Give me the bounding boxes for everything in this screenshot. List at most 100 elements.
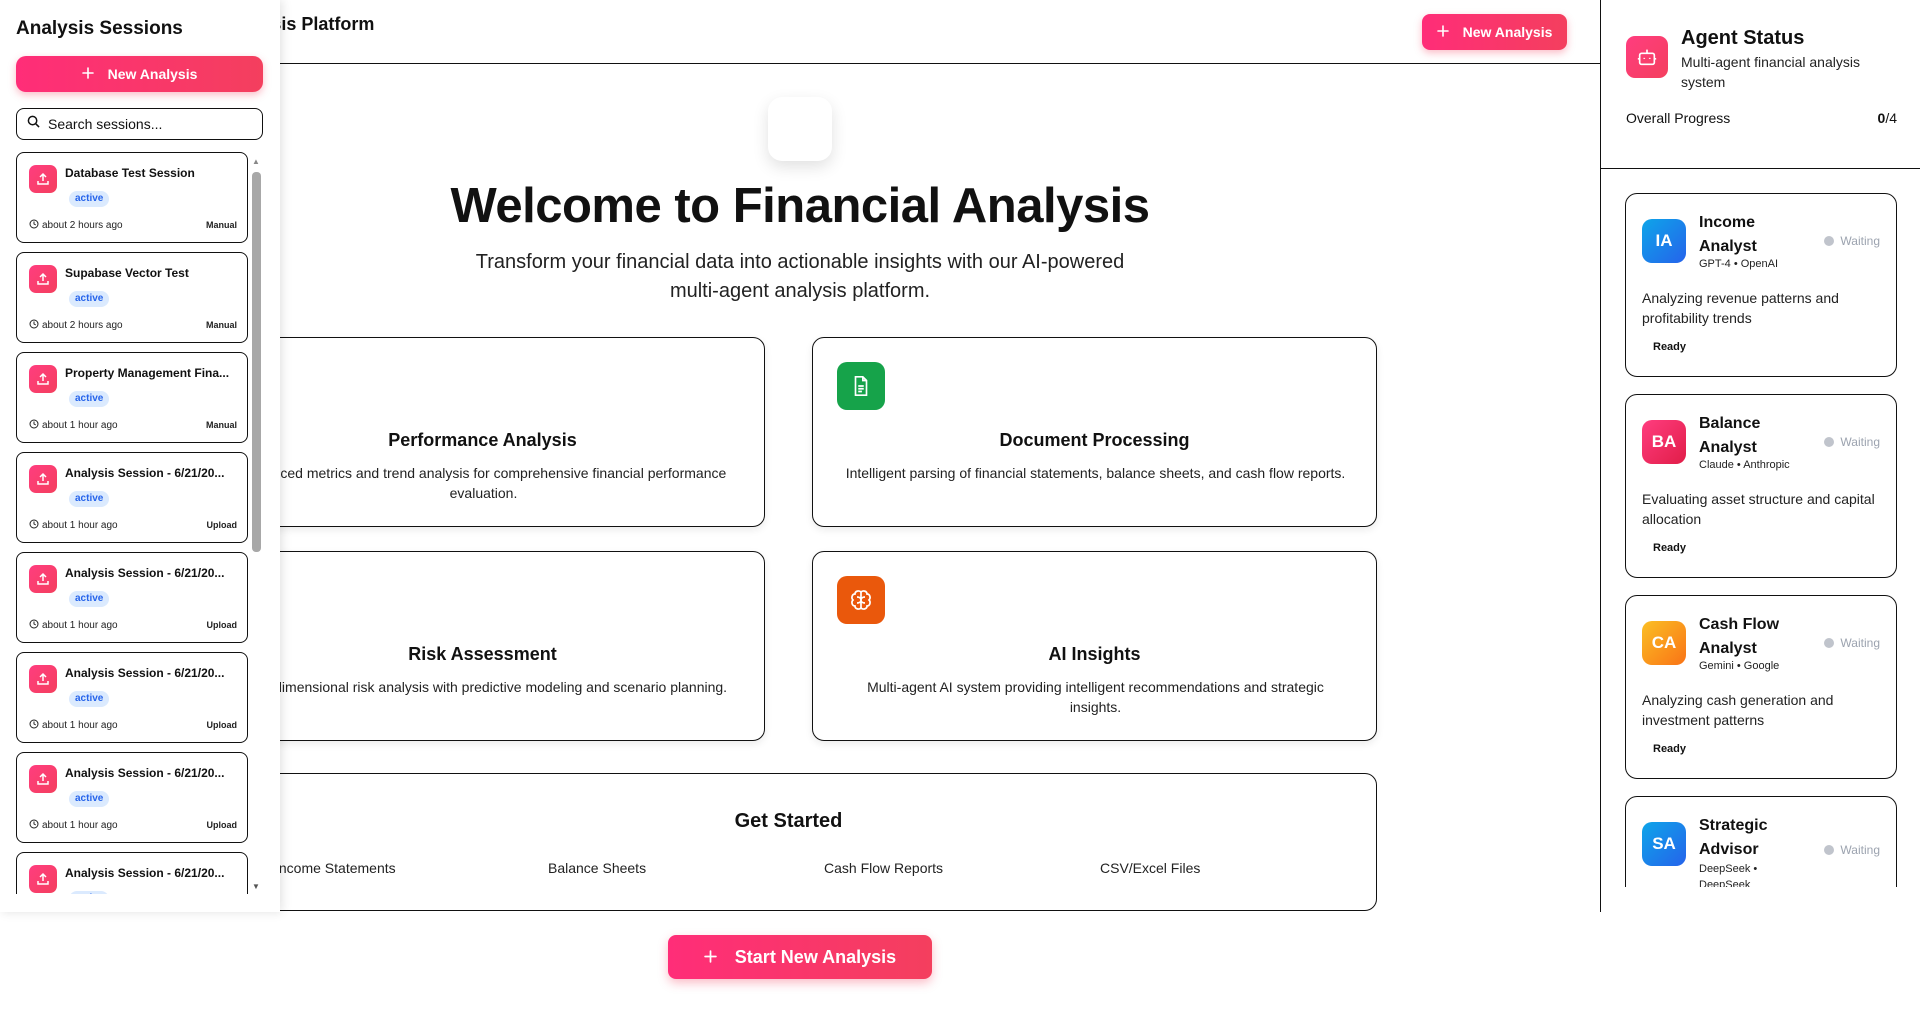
status-badge: active — [69, 391, 110, 407]
agent-avatar: IA — [1642, 219, 1686, 263]
upload-icon — [29, 265, 57, 293]
session-item[interactable]: Property Management Fina... active about… — [16, 352, 248, 443]
session-name: Property Management Fina... — [65, 366, 230, 380]
agent-card-balance: BA Balance Analyst Claude • Anthropic Wa… — [1625, 394, 1897, 578]
session-item[interactable]: Analysis Session - 6/21/20... active — [16, 852, 248, 894]
session-name: Analysis Session - 6/21/20... — [65, 466, 225, 480]
page-title: Welcome to Financial Analysis — [450, 179, 1150, 233]
status-badge: active — [69, 891, 110, 894]
agent-model: Gemini • Google — [1699, 660, 1780, 672]
upload-icon — [29, 865, 57, 893]
session-name: Analysis Session - 6/21/20... — [65, 666, 225, 680]
sidebar-new-analysis-label: New Analysis — [107, 66, 198, 82]
status-badge: active — [69, 691, 110, 707]
session-time-text: about 1 hour ago — [42, 620, 118, 631]
feature-desc: Multi-dimensional risk analysis with pre… — [239, 679, 728, 695]
session-name: Analysis Session - 6/21/20... — [65, 566, 225, 580]
clock-icon — [29, 519, 39, 532]
session-time: about 1 hour ago — [29, 719, 118, 732]
header-new-analysis-label: New Analysis — [1462, 24, 1553, 40]
file-type-balance: Balance Sheets — [548, 860, 647, 876]
scroll-up-icon[interactable]: ▲ — [252, 157, 260, 166]
clock-icon — [29, 819, 39, 832]
upload-icon — [29, 465, 57, 493]
agent-avatar: BA — [1642, 420, 1686, 464]
session-time: about 1 hour ago — [29, 619, 118, 632]
upload-icon — [29, 765, 57, 793]
agent-panel-subtitle: Multi-agent financial analysis system — [1681, 54, 1860, 90]
clock-icon — [29, 619, 39, 632]
agent-panel-title: Agent Status — [1681, 27, 1805, 49]
agent-model: DeepSeek • DeepSeek — [1699, 863, 1758, 887]
sessions-sidebar: Analysis Sessions New Analysis Database … — [0, 0, 280, 912]
session-time-text: about 1 hour ago — [42, 720, 118, 731]
upload-icon — [29, 365, 57, 393]
status-badge: active — [69, 591, 110, 607]
session-time: about 2 hours ago — [29, 219, 123, 232]
session-time-text: about 1 hour ago — [42, 820, 118, 831]
feature-title: Performance Analysis — [388, 430, 577, 450]
session-type: Manual — [205, 320, 237, 330]
agent-desc: Analyzing cash generation and investment… — [1642, 692, 1834, 728]
file-type-income: Income Statements — [275, 860, 396, 876]
agent-status-text: Waiting — [1840, 843, 1880, 857]
feature-title: Risk Assessment — [408, 644, 557, 664]
agent-card-income: IA Income Analyst GPT-4 • OpenAI Waiting… — [1625, 193, 1897, 377]
upload-icon — [29, 165, 57, 193]
plus-icon — [1436, 24, 1449, 40]
status-badge: active — [69, 491, 110, 507]
progress-label: Overall Progress — [1626, 110, 1731, 126]
search-icon — [27, 115, 40, 133]
session-type: Manual — [205, 420, 237, 430]
start-new-analysis-button[interactable]: Start New Analysis — [668, 935, 932, 979]
session-type: Upload — [206, 520, 238, 530]
agent-state: Ready — [1653, 341, 1687, 353]
session-name: Analysis Session - 6/21/20... — [65, 866, 225, 880]
scroll-down-icon[interactable]: ▼ — [252, 882, 260, 891]
feature-title: AI Insights — [1048, 644, 1141, 664]
session-type: Upload — [206, 720, 238, 730]
agent-avatar: CA — [1642, 621, 1686, 665]
session-item[interactable]: Database Test Session active about 2 hou… — [16, 152, 248, 243]
session-time-text: about 2 hours ago — [42, 320, 123, 331]
session-time: about 1 hour ago — [29, 419, 118, 432]
sidebar-new-analysis-button[interactable]: New Analysis — [16, 56, 263, 92]
search-box — [16, 108, 263, 140]
agent-card-cashflow: CA Cash Flow Analyst Gemini • Google Wai… — [1625, 595, 1897, 779]
sessions-scrollbar[interactable]: ▲ ▼ — [250, 152, 262, 900]
status-dot-icon — [1824, 845, 1835, 855]
clock-icon — [29, 419, 39, 432]
brain-icon — [837, 576, 885, 624]
session-item[interactable]: Supabase Vector Test active about 2 hour… — [16, 252, 248, 343]
agent-status-panel: Agent Status Multi-agent financial analy… — [1600, 0, 1920, 912]
feature-desc: Advanced metrics and trend analysis for … — [240, 465, 727, 501]
agent-state: Ready — [1653, 542, 1687, 554]
session-type: Manual — [205, 220, 237, 230]
page-subtitle: Transform your financial data into actio… — [475, 251, 1125, 302]
document-icon — [837, 362, 885, 410]
status-badge: active — [69, 291, 110, 307]
search-input[interactable] — [48, 116, 248, 132]
session-item[interactable]: Analysis Session - 6/21/20... active abo… — [16, 552, 248, 643]
status-dot-icon — [1824, 437, 1835, 447]
sidebar-title: Analysis Sessions — [16, 18, 183, 39]
session-time: about 2 hours ago — [29, 319, 123, 332]
robot-icon — [1626, 36, 1668, 78]
session-name: Database Test Session — [65, 166, 195, 180]
file-type-csv: CSV/Excel Files — [1100, 860, 1201, 876]
session-item[interactable]: Analysis Session - 6/21/20... active abo… — [16, 452, 248, 543]
clock-icon — [29, 219, 39, 232]
agent-desc: Analyzing revenue patterns and profitabi… — [1642, 290, 1839, 326]
scrollbar-thumb[interactable] — [252, 172, 261, 552]
session-item[interactable]: Analysis Session - 6/21/20... active abo… — [16, 752, 248, 843]
progress-total: /4 — [1885, 110, 1897, 126]
agent-status: Waiting — [1824, 843, 1880, 857]
agent-name: Balance Analyst — [1699, 415, 1761, 456]
feature-card-ai: AI Insights Multi-agent AI system provid… — [812, 551, 1377, 741]
agent-state: Ready — [1653, 743, 1687, 755]
agent-panel-header: Agent Status Multi-agent financial analy… — [1601, 0, 1920, 169]
header-new-analysis-button[interactable]: New Analysis — [1422, 14, 1567, 50]
sessions-list: Database Test Session active about 2 hou… — [16, 152, 248, 894]
feature-desc: Multi-agent AI system providing intellig… — [867, 679, 1324, 715]
session-item[interactable]: Analysis Session - 6/21/20... active abo… — [16, 652, 248, 743]
